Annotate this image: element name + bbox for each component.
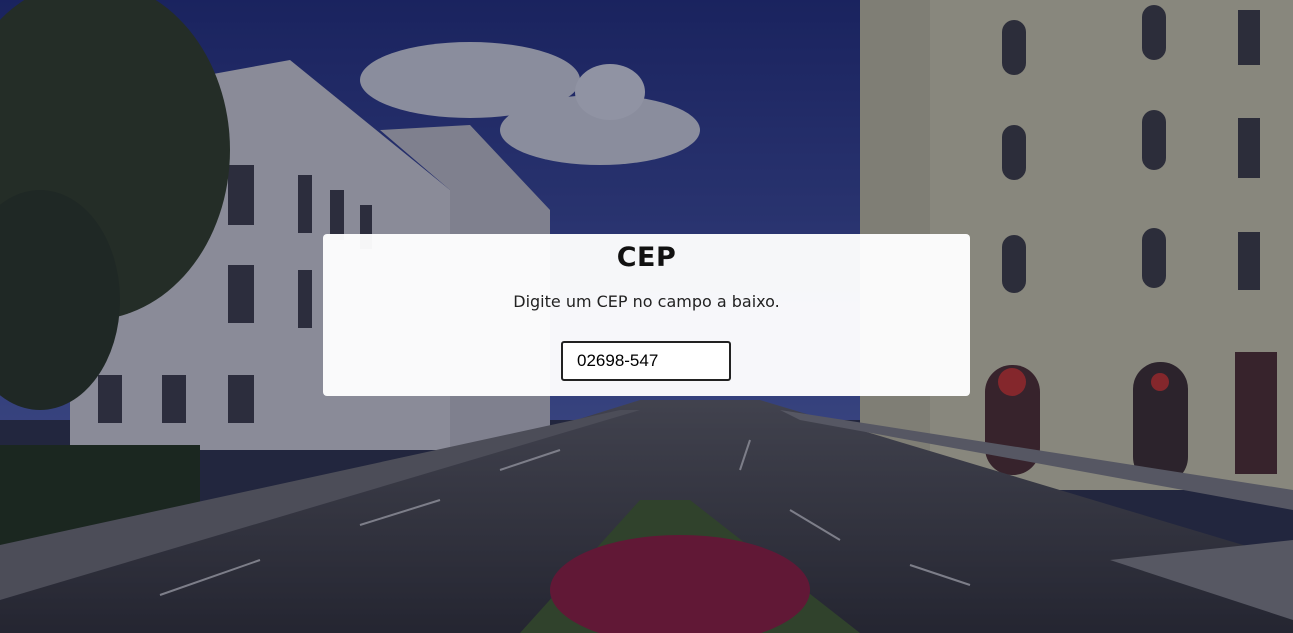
card-subtitle: Digite um CEP no campo a baixo. [513, 292, 780, 311]
cep-input[interactable] [561, 341, 731, 381]
card-title: CEP [616, 242, 677, 273]
cep-card: CEP Digite um CEP no campo a baixo. [323, 234, 970, 396]
